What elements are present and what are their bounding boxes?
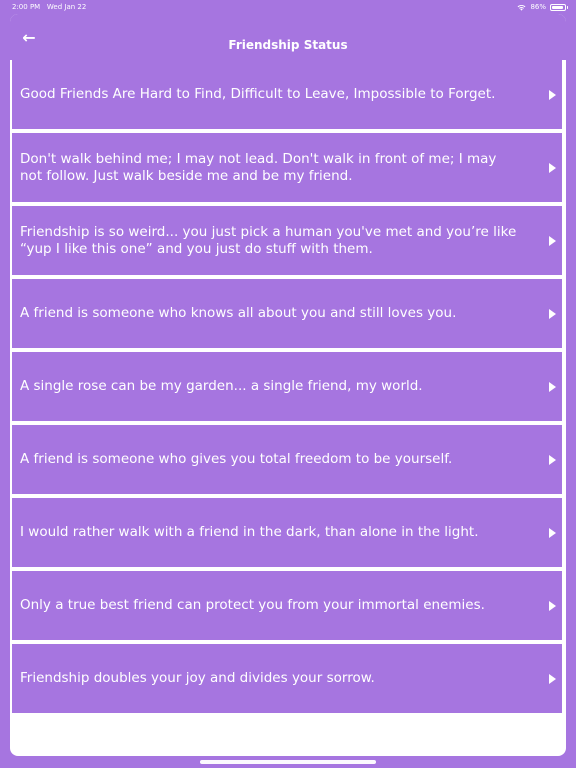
page-title: Friendship Status xyxy=(228,38,348,52)
list-item-text: A friend is someone who gives you total … xyxy=(20,451,453,467)
status-time-text: 2:00 PM xyxy=(12,3,41,11)
chevron-right-icon xyxy=(549,673,556,684)
list-item[interactable]: Friendship doubles your joy and divides … xyxy=(12,644,562,713)
list-item[interactable]: Don't walk behind me; I may not lead. Do… xyxy=(12,133,562,202)
list-item[interactable]: Friendship is so weird... you just pick … xyxy=(12,206,562,275)
list-item-text: Don't walk behind me; I may not lead. Do… xyxy=(20,150,497,184)
list-item-text: A friend is someone who knows all about … xyxy=(20,305,457,321)
list-item[interactable]: A friend is someone who knows all about … xyxy=(12,279,562,348)
list-item-text: Friendship doubles your joy and divides … xyxy=(20,670,375,686)
chevron-right-icon xyxy=(549,308,556,319)
list-item-text: A single rose can be my garden... a sing… xyxy=(20,378,423,394)
chevron-right-icon xyxy=(549,600,556,611)
list-item-text: Only a true best friend can protect you … xyxy=(20,597,485,613)
list-item-text: I would rather walk with a friend in the… xyxy=(20,524,479,540)
list-item[interactable]: A friend is someone who gives you total … xyxy=(12,425,562,494)
app-window: ← Friendship Status Good Friends Are Har… xyxy=(10,14,566,756)
home-indicator[interactable] xyxy=(200,760,376,764)
status-time: 2:00 PM Wed Jan 22 xyxy=(12,3,86,11)
list-item[interactable]: Only a true best friend can protect you … xyxy=(12,571,562,640)
list-item[interactable]: A single rose can be my garden... a sing… xyxy=(12,352,562,421)
chevron-right-icon xyxy=(549,89,556,100)
list-item-text: Friendship is so weird... you just pick … xyxy=(20,223,517,257)
list-item-text: Good Friends Are Hard to Find, Difficult… xyxy=(20,86,496,102)
status-bar: 2:00 PM Wed Jan 22 86% xyxy=(0,0,576,14)
chevron-right-icon xyxy=(549,454,556,465)
chevron-right-icon xyxy=(549,235,556,246)
battery-percent: 86% xyxy=(530,3,546,11)
battery-icon xyxy=(550,3,568,11)
chevron-right-icon xyxy=(549,527,556,538)
list-item[interactable]: I would rather walk with a friend in the… xyxy=(12,498,562,567)
nav-header: ← Friendship Status xyxy=(10,14,566,60)
status-right: 86% xyxy=(517,3,568,11)
chevron-right-icon xyxy=(549,162,556,173)
chevron-right-icon xyxy=(549,381,556,392)
status-date-text: Wed Jan 22 xyxy=(46,3,87,11)
wifi-icon xyxy=(518,4,526,11)
list-item[interactable]: Good Friends Are Hard to Find, Difficult… xyxy=(12,60,562,129)
